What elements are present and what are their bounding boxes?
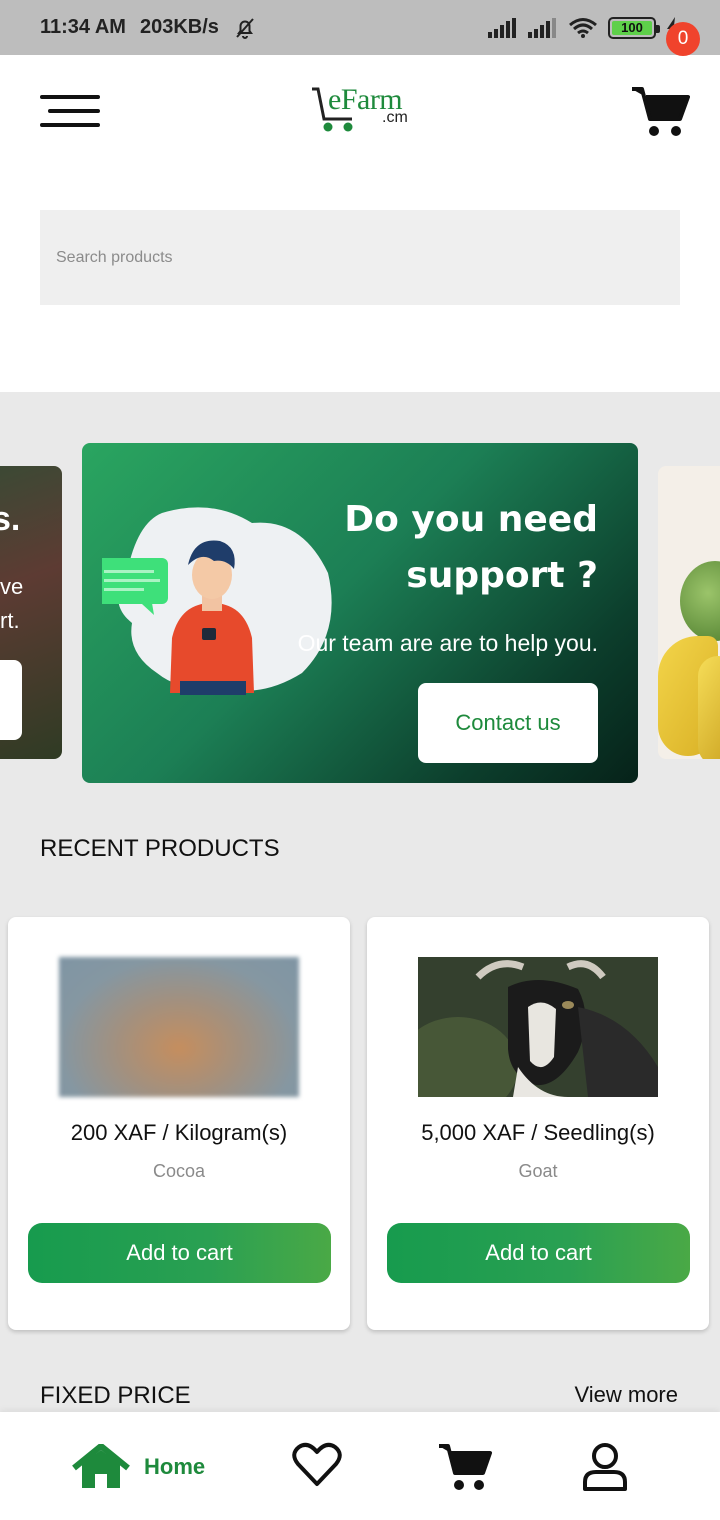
status-bar: 11:34 AM 203KB/s 100 <box>0 0 720 55</box>
search-input[interactable] <box>40 210 680 305</box>
carousel-card-next[interactable] <box>658 466 720 759</box>
add-to-cart-button[interactable]: Add to cart <box>28 1223 331 1283</box>
heart-icon[interactable] <box>292 1442 342 1488</box>
cart-icon[interactable] <box>437 1442 493 1492</box>
nav-home-label: Home <box>144 1454 206 1479</box>
banana-image <box>698 656 720 759</box>
product-image <box>59 957 299 1097</box>
battery-icon: 100 <box>608 16 660 39</box>
product-name: Cocoa <box>152 1161 206 1181</box>
view-more-link[interactable]: View more <box>574 1382 678 1408</box>
add-to-cart-button[interactable]: Add to cart <box>387 1223 690 1283</box>
prev-card-button[interactable] <box>0 660 22 740</box>
bottom-nav: Home <box>0 1412 720 1520</box>
battery-level: 100 <box>621 20 643 35</box>
product-card[interactable]: 200 XAF / Kilogram(s) Cocoa Add to cart <box>8 917 350 1330</box>
signal-icon <box>528 17 556 38</box>
home-icon <box>72 1444 130 1488</box>
support-title: support ? <box>406 555 598 596</box>
carousel-card-prev[interactable]: s. ve rt. <box>0 466 62 759</box>
product-card[interactable]: 5,000 XAF / Seedling(s) Goat Add to cart <box>367 917 709 1330</box>
support-title: Do you need <box>344 499 598 540</box>
header: eFarm .cm 0 <box>0 22 720 392</box>
prev-card-text: rt. <box>0 608 20 633</box>
signal-icon <box>488 17 516 38</box>
logo-subtext: .cm <box>382 109 408 126</box>
prev-card-text: ve <box>0 574 24 599</box>
recent-products-title: RECENT PRODUCTS <box>40 835 280 862</box>
user-icon[interactable] <box>582 1442 628 1492</box>
vegetable-image <box>680 561 720 641</box>
logo: eFarm .cm <box>310 83 422 135</box>
menu-icon[interactable] <box>40 95 100 127</box>
contact-us-button[interactable]: Contact us <box>418 683 598 763</box>
status-time: 11:34 AM <box>40 16 126 38</box>
bell-off-icon <box>236 17 254 39</box>
wifi-icon <box>569 17 597 38</box>
support-subtitle: Our team are are to help you. <box>297 630 598 656</box>
product-price: 5,000 XAF / Seedling(s) <box>421 1120 655 1145</box>
product-image <box>418 957 658 1097</box>
cart-icon[interactable] <box>630 85 690 139</box>
product-price: 200 XAF / Kilogram(s) <box>70 1120 288 1145</box>
support-banner: Do you need support ? Our team are are t… <box>82 443 638 783</box>
support-illustration <box>102 507 332 695</box>
status-speed: 203KB/s <box>139 16 219 38</box>
prev-card-heading: s. <box>0 500 21 538</box>
cart-badge: 0 <box>666 22 700 56</box>
nav-home[interactable]: Home <box>72 1444 205 1490</box>
fixed-price-title: FIXED PRICE <box>40 1382 191 1409</box>
product-name: Goat <box>518 1161 558 1181</box>
